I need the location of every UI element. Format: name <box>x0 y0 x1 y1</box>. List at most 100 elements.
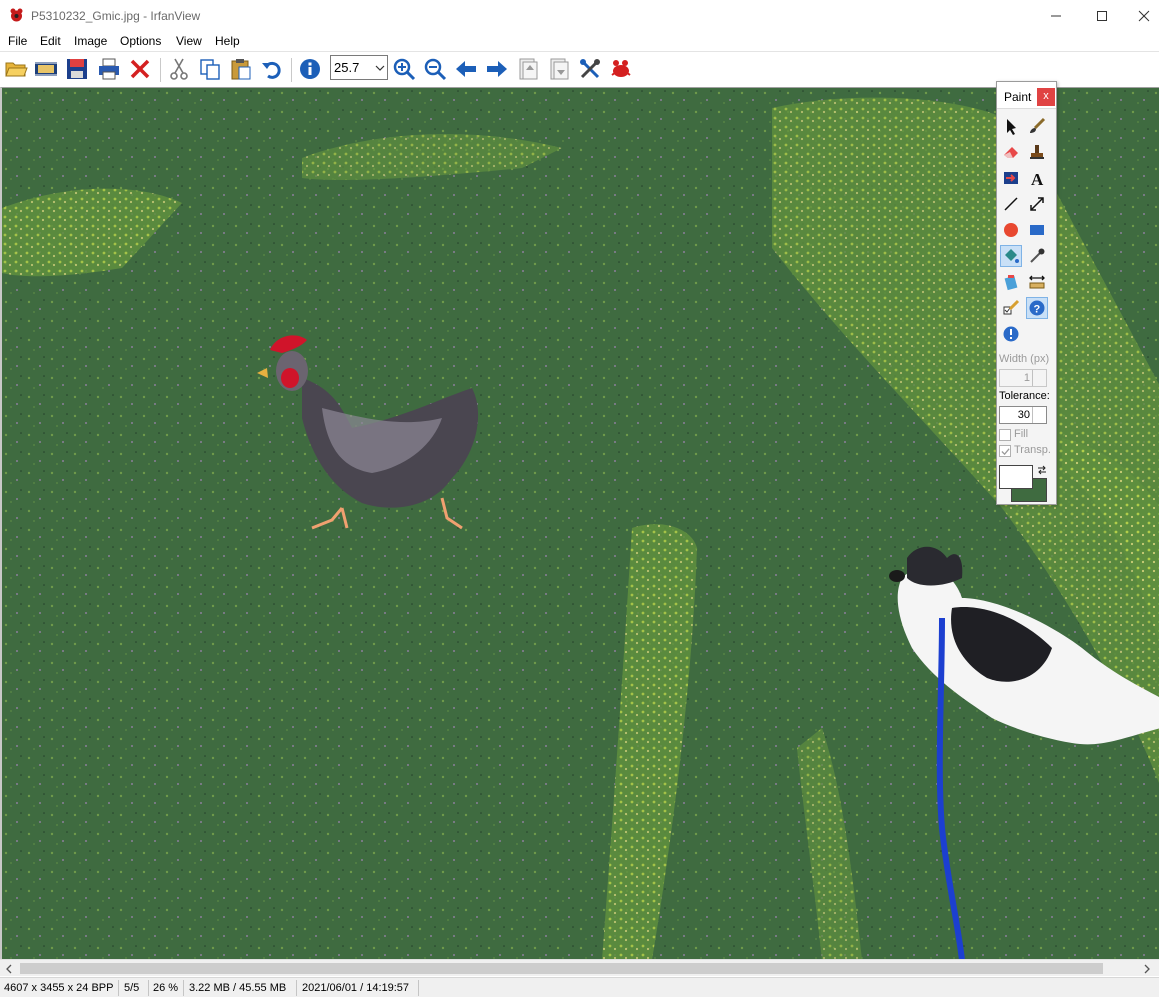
print-button[interactable] <box>96 56 122 82</box>
status-separator <box>418 980 419 996</box>
circle-icon <box>1004 223 1018 237</box>
minimize-button[interactable] <box>1033 0 1079 31</box>
svg-text:A: A <box>1031 170 1044 187</box>
menu-image[interactable]: Image <box>74 34 107 48</box>
zoom-out-button[interactable] <box>422 56 448 82</box>
maximize-icon <box>1097 10 1107 21</box>
paint-panel: Paint x A ? Width (px) 1 Tolerance: 30 F… <box>996 81 1057 505</box>
about-button[interactable] <box>608 56 634 82</box>
resize-arrow-tool[interactable] <box>1026 193 1048 215</box>
photo-canvas <box>2 88 1159 959</box>
status-separator <box>118 980 119 996</box>
copy-button[interactable] <box>197 56 223 82</box>
spinner-arrows-icon[interactable] <box>1032 407 1046 423</box>
paint-header: Paint x <box>997 82 1056 109</box>
chevron-down-icon[interactable] <box>375 63 385 73</box>
fill-checkbox[interactable] <box>999 429 1011 441</box>
paint-bucket-icon <box>1005 249 1019 263</box>
zoom-in-icon <box>393 58 416 81</box>
save-icon <box>67 59 87 79</box>
status-dimensions: 4607 x 3455 x 24 BPP <box>4 982 114 994</box>
paste-icon <box>231 59 251 80</box>
properties-button[interactable] <box>577 56 603 82</box>
magic-wand-tool[interactable] <box>1000 271 1022 293</box>
line-arrow-tool[interactable] <box>1000 167 1022 189</box>
info-button[interactable] <box>297 56 323 82</box>
status-separator <box>296 980 297 996</box>
undo-button[interactable] <box>259 56 285 82</box>
tolerance-value: 30 <box>1017 409 1030 421</box>
cursor-arrow-icon <box>1007 119 1016 135</box>
status-size: 3.22 MB / 45.55 MB <box>189 982 287 994</box>
menu-options[interactable]: Options <box>120 34 161 48</box>
delete-button[interactable] <box>127 56 153 82</box>
first-page-button[interactable] <box>515 56 541 82</box>
toolbar-separator <box>160 58 161 82</box>
zoom-value: 25.7 <box>334 60 360 75</box>
irfanview-logo-icon <box>611 60 631 77</box>
straight-line-tool[interactable] <box>1000 193 1022 215</box>
magic-wand-icon <box>1004 275 1018 291</box>
pen-icon <box>1003 299 1020 315</box>
last-page-button[interactable] <box>546 56 572 82</box>
minimize-icon <box>1051 15 1061 16</box>
scrollbar-thumb[interactable] <box>20 963 1103 974</box>
paint-close-button[interactable]: x <box>1037 88 1055 106</box>
fill-bucket-tool[interactable] <box>1000 245 1022 267</box>
zoom-in-button[interactable] <box>391 56 417 82</box>
image-viewport[interactable] <box>0 87 1159 959</box>
paste-button[interactable] <box>228 56 254 82</box>
brush-tool[interactable] <box>1026 115 1048 137</box>
transp-checkbox[interactable] <box>999 445 1011 457</box>
first-page-icon <box>519 58 538 80</box>
scroll-right-icon[interactable] <box>1140 962 1154 976</box>
toolbar <box>0 51 1159 87</box>
checkmark-icon <box>1000 447 1010 455</box>
properties-icon <box>580 59 600 79</box>
measure-tool[interactable] <box>1026 271 1048 293</box>
circle-tool[interactable] <box>1000 219 1022 241</box>
status-page: 5/5 <box>124 982 140 994</box>
save-button[interactable] <box>64 56 90 82</box>
menu-edit[interactable]: Edit <box>40 34 61 48</box>
irfanview-app-icon[interactable] <box>8 7 25 24</box>
clone-stamp-tool[interactable] <box>1026 141 1048 163</box>
swap-colors-icon[interactable] <box>1036 464 1048 476</box>
previous-button[interactable] <box>453 56 479 82</box>
color-picker-tool[interactable] <box>1026 245 1048 267</box>
info-tool[interactable] <box>1000 323 1022 345</box>
exclamation-icon <box>1003 326 1019 342</box>
scroll-left-icon[interactable] <box>2 962 16 976</box>
text-icon: A <box>1031 170 1044 187</box>
text-tool[interactable]: A <box>1026 167 1048 189</box>
maximize-button[interactable] <box>1079 0 1125 31</box>
menu-file[interactable]: File <box>8 34 27 48</box>
selection-arrow-tool[interactable] <box>1000 115 1022 137</box>
pen-check-tool[interactable] <box>1000 297 1022 319</box>
print-icon <box>99 58 119 80</box>
help-icon: ? <box>1029 300 1045 316</box>
spinner-arrows-icon[interactable] <box>1032 370 1046 386</box>
foreground-color-swatch[interactable] <box>999 465 1033 489</box>
horizontal-scrollbar[interactable] <box>0 959 1159 976</box>
cut-button[interactable] <box>166 56 192 82</box>
toolbar-separator <box>291 58 292 82</box>
width-spinner[interactable]: 1 <box>999 369 1047 387</box>
slideshow-icon <box>35 62 57 76</box>
eyedropper-icon <box>1030 248 1045 263</box>
menu-help[interactable]: Help <box>215 34 240 48</box>
line-icon <box>1004 197 1018 211</box>
tolerance-spinner[interactable]: 30 <box>999 406 1047 424</box>
help-tool[interactable]: ? <box>1026 297 1048 319</box>
next-button[interactable] <box>484 56 510 82</box>
open-button[interactable] <box>3 56 29 82</box>
menu-view[interactable]: View <box>176 34 202 48</box>
rectangle-tool[interactable] <box>1026 219 1048 241</box>
svg-text:?: ? <box>1034 304 1041 316</box>
zoom-select[interactable]: 25.7 <box>330 55 388 80</box>
eraser-tool[interactable] <box>1000 141 1022 163</box>
slideshow-button[interactable] <box>33 56 59 82</box>
status-datetime: 2021/06/01 / 14:19:57 <box>302 982 410 994</box>
close-button[interactable] <box>1121 0 1159 31</box>
rectangle-icon <box>1030 225 1044 235</box>
